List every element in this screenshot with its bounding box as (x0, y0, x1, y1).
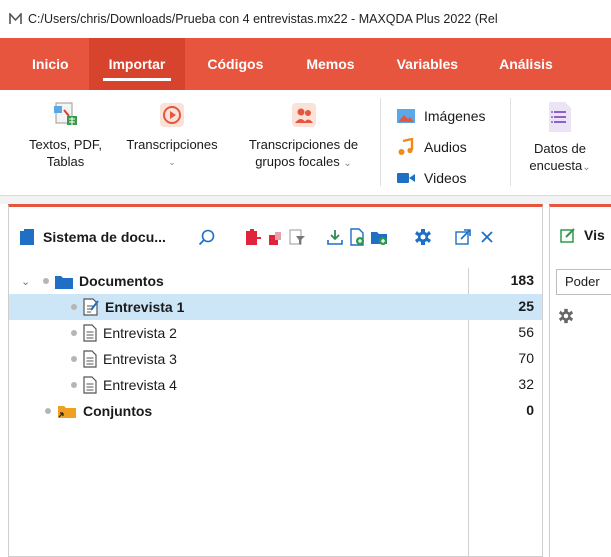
import-texts-button[interactable]: Textos, PDF, Tablas (18, 100, 113, 170)
chevron-down-icon: ⌄ (582, 162, 591, 173)
import-texts-label-2: Tablas (46, 154, 85, 169)
code-count: 70 (518, 350, 534, 366)
tab-memos[interactable]: Memos (285, 38, 375, 90)
code-count: 183 (510, 272, 534, 288)
window-title: C:/Users/chris/Downloads/Prueba con 4 en… (28, 12, 498, 26)
tree-row-conjuntos[interactable]: Conjuntos 0 (9, 398, 542, 424)
status-dot (71, 382, 77, 388)
ribbon-separator (380, 98, 381, 186)
tree-row-label: Entrevista 1 (105, 299, 185, 315)
document-system-panel: Sistema de docu... ⌄ Documentos 183 Entr… (8, 204, 543, 557)
tree-row-entrevista-4[interactable]: Entrevista 4 32 (9, 372, 542, 398)
import-transcriptions-button[interactable]: Transcripciones ⌄ (117, 100, 227, 167)
search-icon[interactable] (197, 227, 217, 247)
panel-gap (0, 196, 611, 204)
settings-gear-icon[interactable] (413, 227, 433, 247)
document-tree: ⌄ Documentos 183 Entrevista 1 25 Entrevi… (9, 268, 542, 424)
import-videos-button[interactable]: Videos (396, 162, 485, 193)
tree-row-label: Entrevista 3 (103, 351, 177, 367)
import-audios-label: Audios (424, 138, 467, 155)
import-images-label: Imágenes (424, 107, 486, 124)
undock-window-icon[interactable] (453, 227, 473, 247)
chevron-down-icon: ⌄ (343, 158, 352, 169)
import-survey-label-2-text: encuesta (529, 158, 583, 173)
ribbon-import-panel: Textos, PDF, Tablas Transcripciones ⌄ Tr… (0, 90, 611, 196)
document-edit-icon (83, 298, 99, 316)
document-icon (83, 376, 97, 394)
tree-row-entrevista-1[interactable]: Entrevista 1 25 (9, 294, 542, 320)
chevron-down-icon[interactable]: ⌄ (21, 275, 35, 288)
texts-pdf-tables-icon (51, 100, 81, 130)
import-focus-group-label-1: Transcripciones de (248, 137, 359, 152)
tree-row-label: Conjuntos (83, 403, 153, 419)
import-survey-label-2: encuesta⌄ (520, 157, 600, 176)
folder-icon (55, 274, 73, 289)
code-count: 25 (518, 298, 534, 314)
chevron-down-icon: ⌄ (168, 157, 176, 167)
gear-icon[interactable] (558, 308, 574, 327)
tree-row-label: Documentos (79, 273, 164, 289)
code-dropdown[interactable]: Poder (556, 269, 611, 295)
edit-mode-icon[interactable] (560, 227, 576, 243)
audio-icon (396, 137, 416, 156)
code-count: 56 (518, 324, 534, 340)
ribbon-tab-bar: Inicio Importar Códigos Memos Variables … (0, 38, 611, 90)
status-dot (71, 356, 77, 362)
window-title-bar: C:/Users/chris/Downloads/Prueba con 4 en… (0, 0, 611, 38)
status-dot (71, 330, 77, 336)
tab-inicio[interactable]: Inicio (0, 38, 89, 90)
import-focus-group-label-2-text: grupos focales (255, 154, 340, 169)
sets-folder-icon (57, 403, 77, 419)
video-icon (396, 169, 416, 187)
document-browser-header: Vis (560, 227, 605, 243)
import-videos-label: Videos (424, 169, 467, 186)
transcription-play-icon (157, 100, 187, 130)
tree-row-entrevista-3[interactable]: Entrevista 3 70 (9, 346, 542, 372)
deactivate-documents-icon[interactable] (265, 227, 285, 247)
tree-row-label: Entrevista 2 (103, 325, 177, 341)
tree-row-documentos[interactable]: ⌄ Documentos 183 (9, 268, 542, 294)
new-document-icon[interactable] (347, 227, 367, 247)
document-browser-title: Vis (584, 227, 605, 243)
tab-variables[interactable]: Variables (376, 38, 480, 90)
status-dot (71, 304, 77, 310)
document-browser-panel: Vis Poder (549, 204, 611, 557)
media-import-list: Imágenes Audios Videos (396, 100, 485, 193)
tab-codigos[interactable]: Códigos (185, 38, 285, 90)
import-download-icon[interactable] (325, 227, 345, 247)
document-system-header: Sistema de docu... (9, 207, 542, 267)
document-icon (83, 350, 97, 368)
import-survey-data-button[interactable]: Datos de encuesta⌄ (520, 100, 600, 176)
new-document-group-icon[interactable] (369, 227, 389, 247)
survey-data-icon (545, 100, 575, 134)
tab-analisis[interactable]: Análisis (479, 38, 573, 90)
status-dot (43, 278, 49, 284)
activate-documents-icon[interactable] (243, 227, 263, 247)
import-transcriptions-label: Transcripciones (126, 137, 218, 152)
tab-importar[interactable]: Importar (88, 38, 186, 90)
import-images-button[interactable]: Imágenes (396, 100, 485, 131)
close-icon[interactable] (477, 227, 497, 247)
filter-icon[interactable] (287, 227, 307, 247)
tree-row-entrevista-2[interactable]: Entrevista 2 56 (9, 320, 542, 346)
document-icon (83, 324, 97, 342)
import-survey-label-1: Datos de (533, 141, 587, 156)
ribbon-separator (510, 98, 511, 186)
maxqda-logo-icon (8, 12, 22, 26)
import-texts-label-1: Textos, PDF, (29, 137, 102, 152)
import-audios-button[interactable]: Audios (396, 131, 485, 162)
focus-group-icon (289, 100, 319, 130)
document-system-title: Sistema de docu... (43, 229, 166, 245)
document-system-icon (19, 228, 35, 246)
import-focus-group-label-2: grupos focales ⌄ (236, 153, 371, 172)
tree-row-label: Entrevista 4 (103, 377, 177, 393)
code-count: 0 (526, 402, 534, 418)
code-count: 32 (518, 376, 534, 392)
image-icon (396, 107, 416, 125)
import-focus-group-button[interactable]: Transcripciones de grupos focales ⌄ (236, 100, 371, 172)
status-dot (45, 408, 51, 414)
